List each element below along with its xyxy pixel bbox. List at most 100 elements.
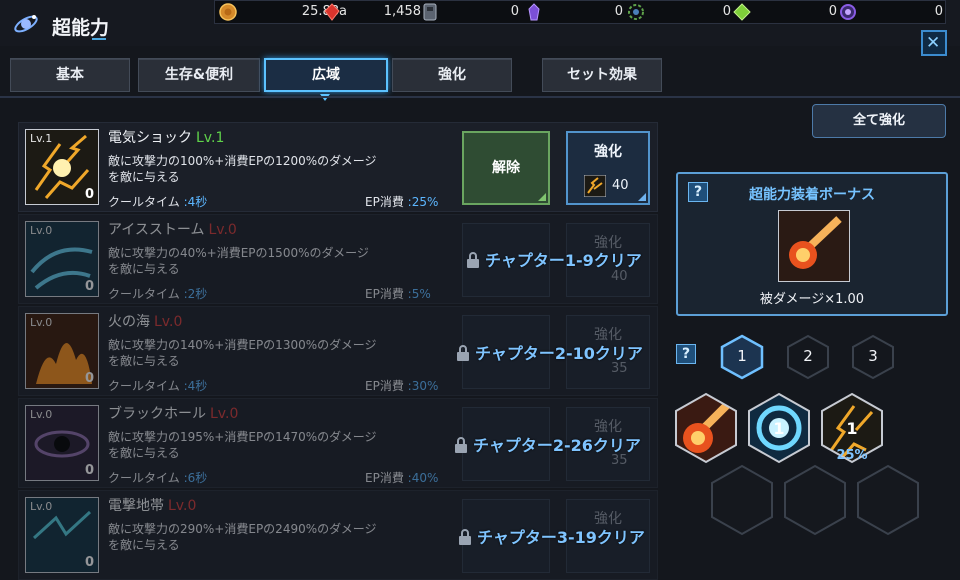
- ep-label: EP消費: [365, 379, 404, 393]
- gear-orb-icon: [628, 4, 644, 20]
- skill-level: Lv.0: [154, 314, 183, 330]
- empty-slot-4[interactable]: [710, 464, 774, 536]
- resource-value: 0: [510, 4, 519, 19]
- meteor-icon: [778, 210, 850, 282]
- resource-value: 0: [934, 4, 943, 19]
- cooldown-label: クールタイム: [108, 195, 180, 209]
- preset-label: 3: [868, 347, 878, 365]
- unlock-text: チャプター3-19クリア: [477, 528, 645, 547]
- resource-purple-crystal[interactable]: 0: [525, 1, 623, 23]
- tab-enhance[interactable]: 強化: [392, 58, 512, 92]
- skill-name-text: 火の海: [108, 314, 150, 330]
- black-hole-icon[interactable]: Lv.0 0: [25, 405, 99, 481]
- cooldown-label: クールタイム: [108, 287, 180, 301]
- icon-level: Lv.0: [30, 224, 53, 237]
- cooldown-value: :2秒: [183, 287, 208, 301]
- equipped-slot-2[interactable]: 1: [747, 392, 811, 464]
- skill-level: Lv.1: [196, 130, 225, 146]
- unlock-requirement: チャプター2-10クリア: [456, 340, 643, 364]
- skill-cooldown: クールタイム :4秒: [108, 193, 207, 210]
- skill-description: 敵に攻撃力の100%+消費EPの1200%のダメージを敵に与える: [108, 154, 377, 184]
- lightning-orb-icon: 1: [748, 392, 810, 464]
- skill-ep-cost: EP消費 :40%: [365, 469, 438, 486]
- icon-level: Lv.0: [30, 500, 53, 513]
- resource-ruby[interactable]: 1,458: [323, 1, 421, 23]
- resource-bar: 25.88a 1,458 0 0 0 0 0: [214, 0, 946, 24]
- purple-crystal-icon: [528, 3, 540, 21]
- skill-description: 敵に攻撃力の290%+消費EPの2490%のダメージを敵に与える: [108, 522, 377, 552]
- icon-count: 0: [84, 555, 94, 570]
- ep-label: EP消費: [365, 471, 404, 485]
- close-icon: ✕: [926, 33, 941, 53]
- skill-description: 敵に攻撃力の195%+消費EPの1470%のダメージを敵に与える: [108, 430, 377, 460]
- cooldown-value: :4秒: [183, 379, 208, 393]
- upgrade-label: 強化: [594, 144, 622, 160]
- slot-level: 1: [846, 419, 857, 438]
- upgrade-button[interactable]: 強化 40: [566, 131, 650, 205]
- empty-hex-slot: [857, 464, 919, 536]
- purple-orb-icon: [840, 4, 856, 20]
- cooldown-value: :4秒: [183, 195, 208, 209]
- release-button[interactable]: 解除: [462, 131, 550, 205]
- equipped-slot-1[interactable]: [674, 392, 738, 464]
- skill-name-text: 電気ショック: [108, 130, 192, 146]
- galaxy-icon: [14, 15, 38, 33]
- icon-level: Lv.0: [30, 316, 53, 329]
- equip-bonus-panel: ? 超能力装着ボーナス 被ダメージ×1.00: [676, 172, 948, 316]
- preset-label: 1: [737, 347, 747, 365]
- preset-2-button[interactable]: 2: [785, 334, 831, 380]
- ep-value: :25%: [407, 195, 439, 209]
- resource-purple-orb[interactable]: 0: [839, 1, 943, 23]
- icon-count: 0: [84, 371, 94, 386]
- unlock-text: チャプター2-26クリア: [473, 436, 641, 455]
- resource-ticket[interactable]: 0: [421, 1, 519, 23]
- skill-name: アイスストーム Lv.0: [108, 219, 237, 239]
- skill-name: ブラックホール Lv.0: [108, 403, 238, 423]
- tab-set-effect[interactable]: セット効果: [542, 58, 662, 92]
- ep-label: EP消費: [365, 195, 404, 209]
- skill-name: 電気ショック Lv.1: [108, 127, 224, 147]
- electric-shock-mini-icon: [584, 175, 606, 197]
- electric-shock-icon[interactable]: Lv.1 0: [25, 129, 99, 205]
- empty-slot-5[interactable]: [783, 464, 847, 536]
- resource-value: 0: [722, 4, 731, 19]
- icon-level: Lv.0: [30, 408, 53, 421]
- page-title: 超能力: [52, 17, 110, 39]
- equipped-slot-3[interactable]: 1 25%: [820, 392, 884, 464]
- electric-zone-icon[interactable]: Lv.0 0: [25, 497, 99, 573]
- lock-icon: [467, 252, 479, 268]
- empty-slot-6[interactable]: [856, 464, 920, 536]
- lock-icon: [455, 437, 467, 453]
- ep-value: :30%: [407, 379, 439, 393]
- tab-survival[interactable]: 生存&便利: [138, 58, 260, 92]
- help-icon[interactable]: ?: [676, 344, 696, 364]
- ruby-icon: [324, 3, 340, 21]
- slot-level: 1: [773, 419, 784, 438]
- resource-gear-orb[interactable]: 0: [627, 1, 731, 23]
- resource-green-gem[interactable]: 0: [733, 1, 837, 23]
- lock-icon: [457, 345, 469, 361]
- tab-basic[interactable]: 基本: [10, 58, 130, 92]
- ice-storm-icon[interactable]: Lv.0 0: [25, 221, 99, 297]
- skill-row-electric-shock[interactable]: Lv.1 0 電気ショック Lv.1 敵に攻撃力の100%+消費EPの1200%の…: [18, 122, 658, 212]
- skill-name: 電撃地帯 Lv.0: [108, 495, 196, 515]
- green-gem-icon: [733, 3, 751, 21]
- skill-name-text: アイスストーム: [108, 222, 205, 238]
- tab-wide-area[interactable]: 広域: [264, 58, 388, 92]
- title-underline: [92, 38, 106, 40]
- close-button[interactable]: ✕: [921, 30, 947, 56]
- ep-label: EP消費: [365, 287, 404, 301]
- resource-value: 0: [828, 4, 837, 19]
- skill-ep-cost: EP消費 :30%: [365, 377, 438, 394]
- ticket-icon: [423, 3, 437, 21]
- preset-1-button[interactable]: 1: [719, 334, 765, 380]
- preset-3-button[interactable]: 3: [850, 334, 896, 380]
- tab-divider: [0, 96, 960, 98]
- skill-name-text: 電撃地帯: [108, 498, 164, 514]
- skill-ep-cost: EP消費 :5%: [365, 285, 431, 302]
- gold-coin-icon: [219, 3, 237, 21]
- strengthen-all-button[interactable]: 全て強化: [812, 104, 946, 138]
- sea-of-fire-icon[interactable]: Lv.0 0: [25, 313, 99, 389]
- skill-description: 敵に攻撃力の40%+消費EPの1500%のダメージを敵に与える: [108, 246, 369, 276]
- slot-percent: 25%: [836, 448, 868, 463]
